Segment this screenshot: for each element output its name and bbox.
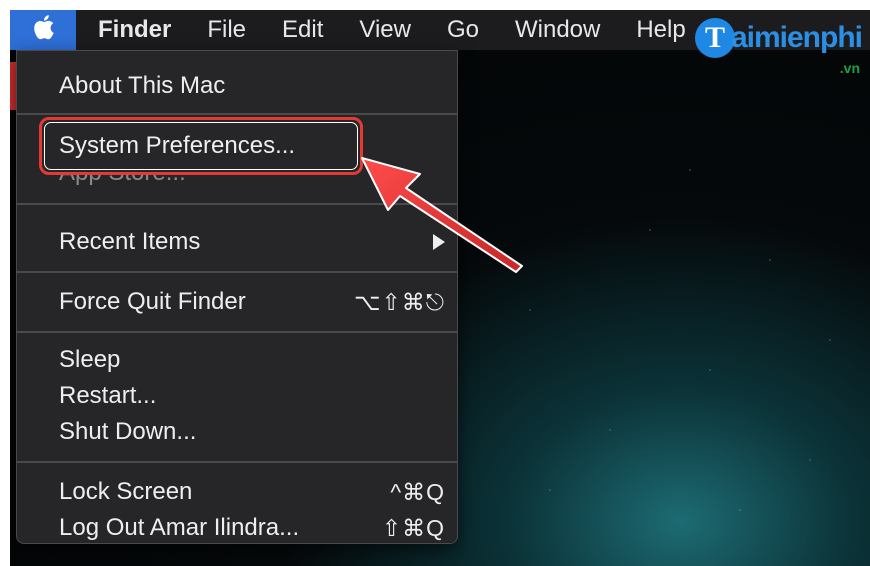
desktop: Finder File Edit View Go Window Help Abo… — [10, 10, 870, 566]
watermark-letter: T — [694, 18, 735, 58]
watermark-name: aimienphi — [730, 21, 863, 54]
red-arrow-icon — [361, 157, 523, 273]
watermark-logo: T aimienphi .vn — [694, 18, 863, 76]
watermark-tld: .vn — [839, 60, 860, 76]
